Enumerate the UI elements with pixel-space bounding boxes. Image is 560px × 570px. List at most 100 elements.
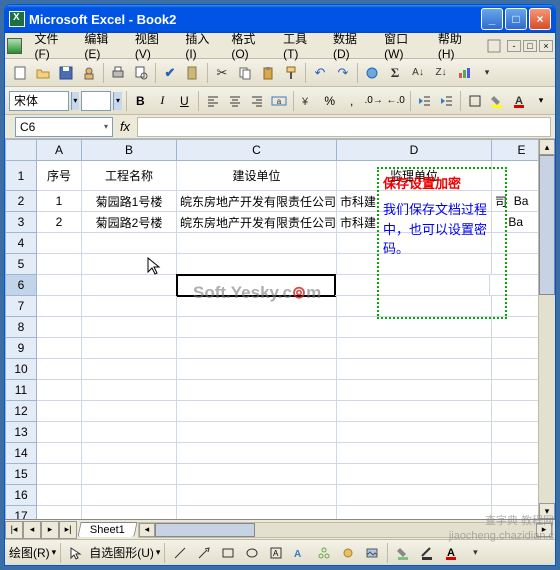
cell[interactable] bbox=[337, 422, 492, 443]
open-button[interactable] bbox=[32, 62, 54, 84]
sort-asc-button[interactable]: A↓ bbox=[407, 62, 429, 84]
cell[interactable] bbox=[177, 317, 337, 338]
underline-button[interactable]: U bbox=[174, 91, 194, 111]
cell[interactable] bbox=[37, 296, 82, 317]
cell[interactable] bbox=[337, 380, 492, 401]
mdi-close[interactable]: × bbox=[539, 40, 553, 52]
cell[interactable] bbox=[37, 338, 82, 359]
undo-button[interactable]: ↶ bbox=[309, 62, 331, 84]
autoshapes-menu[interactable]: 自选图形(U) bbox=[89, 544, 154, 561]
cell[interactable] bbox=[82, 485, 177, 506]
cell[interactable] bbox=[82, 233, 177, 254]
font-color-draw-button[interactable]: A bbox=[440, 542, 462, 564]
cell[interactable] bbox=[37, 485, 82, 506]
name-box[interactable]: C6 ▾ bbox=[15, 117, 113, 137]
tab-nav-next[interactable]: ▸ bbox=[41, 521, 59, 539]
menu-format[interactable]: 格式(O) bbox=[225, 27, 277, 64]
doc-icon[interactable] bbox=[7, 38, 22, 54]
comma-button[interactable]: , bbox=[342, 91, 362, 111]
cell[interactable]: 菊园路1号楼 bbox=[82, 191, 177, 212]
paste-button[interactable] bbox=[257, 62, 279, 84]
font-name-dropdown[interactable]: ▾ bbox=[71, 92, 79, 110]
row-header[interactable]: 9 bbox=[5, 338, 37, 359]
cell[interactable] bbox=[82, 359, 177, 380]
italic-button[interactable]: I bbox=[152, 91, 172, 111]
row-header[interactable]: 14 bbox=[5, 443, 37, 464]
select-all-corner[interactable] bbox=[5, 139, 37, 161]
spelling-button[interactable]: ✔ bbox=[159, 62, 181, 84]
copy-button[interactable] bbox=[234, 62, 256, 84]
cut-button[interactable]: ✂ bbox=[211, 62, 233, 84]
row-header[interactable]: 3 bbox=[5, 212, 37, 233]
increase-indent-button[interactable] bbox=[436, 91, 456, 111]
row-header[interactable]: 12 bbox=[5, 401, 37, 422]
cell[interactable]: 皖东房地产开发有限责任公司 bbox=[177, 191, 337, 212]
align-right-button[interactable] bbox=[247, 91, 267, 111]
menu-edit[interactable]: 编辑(E) bbox=[78, 27, 129, 64]
save-button[interactable] bbox=[55, 62, 77, 84]
name-box-dropdown[interactable]: ▾ bbox=[104, 122, 108, 131]
tab-nav-prev[interactable]: ◂ bbox=[23, 521, 41, 539]
cell[interactable] bbox=[82, 401, 177, 422]
decrease-decimal-button[interactable]: ←.0 bbox=[386, 91, 406, 111]
cell[interactable]: 2 bbox=[37, 212, 82, 233]
cell[interactable] bbox=[82, 275, 177, 296]
menu-file[interactable]: 文件(F) bbox=[28, 27, 78, 64]
cell[interactable] bbox=[177, 338, 337, 359]
cell[interactable] bbox=[37, 317, 82, 338]
hscroll-thumb[interactable] bbox=[155, 523, 255, 537]
cell[interactable] bbox=[37, 254, 82, 275]
wordart-button[interactable]: A bbox=[289, 542, 311, 564]
cell[interactable] bbox=[177, 485, 337, 506]
cell[interactable] bbox=[82, 338, 177, 359]
oval-button[interactable] bbox=[241, 542, 263, 564]
redo-button[interactable]: ↷ bbox=[332, 62, 354, 84]
cell[interactable] bbox=[37, 359, 82, 380]
cell[interactable] bbox=[337, 317, 492, 338]
menu-tools[interactable]: 工具(T) bbox=[277, 27, 327, 64]
rectangle-button[interactable] bbox=[217, 542, 239, 564]
maximize-button[interactable]: □ bbox=[505, 8, 527, 30]
col-header-d[interactable]: D bbox=[337, 139, 492, 161]
cell[interactable] bbox=[177, 233, 337, 254]
format-options-button[interactable]: ▾ bbox=[531, 91, 551, 111]
tab-nav-first[interactable]: |◂ bbox=[5, 521, 23, 539]
diagram-button[interactable] bbox=[313, 542, 335, 564]
arrow-button[interactable] bbox=[193, 542, 215, 564]
row-header[interactable]: 11 bbox=[5, 380, 37, 401]
col-header-b[interactable]: B bbox=[82, 139, 177, 161]
mdi-restore[interactable]: □ bbox=[523, 40, 537, 52]
cell[interactable] bbox=[82, 317, 177, 338]
selected-cell[interactable] bbox=[176, 274, 336, 297]
cell[interactable] bbox=[37, 422, 82, 443]
scroll-left-button[interactable]: ◂ bbox=[139, 523, 155, 537]
bold-button[interactable]: B bbox=[130, 91, 150, 111]
menu-insert[interactable]: 插入(I) bbox=[179, 27, 225, 64]
formula-input[interactable] bbox=[137, 117, 551, 137]
cell[interactable] bbox=[37, 275, 82, 296]
cell[interactable] bbox=[82, 422, 177, 443]
borders-button[interactable] bbox=[465, 91, 485, 111]
col-header-c[interactable]: C bbox=[177, 139, 337, 161]
cell[interactable] bbox=[177, 443, 337, 464]
cell[interactable] bbox=[177, 401, 337, 422]
cell[interactable]: 工程名称 bbox=[82, 161, 177, 191]
font-size-selector[interactable] bbox=[81, 91, 111, 111]
cell[interactable] bbox=[337, 359, 492, 380]
menu-view[interactable]: 视图(V) bbox=[129, 27, 180, 64]
fx-icon[interactable]: fx bbox=[113, 119, 137, 134]
chart-wizard-button[interactable] bbox=[453, 62, 475, 84]
align-left-button[interactable] bbox=[203, 91, 223, 111]
row-header[interactable]: 13 bbox=[5, 422, 37, 443]
row-header[interactable]: 10 bbox=[5, 359, 37, 380]
fill-color-button[interactable] bbox=[487, 91, 507, 111]
col-header-a[interactable]: A bbox=[37, 139, 82, 161]
font-size-dropdown[interactable]: ▾ bbox=[113, 92, 121, 110]
clipart-button[interactable] bbox=[337, 542, 359, 564]
row-header[interactable]: 8 bbox=[5, 317, 37, 338]
scroll-track[interactable] bbox=[539, 295, 555, 503]
draw-menu[interactable]: 绘图(R) bbox=[9, 544, 50, 561]
merge-center-button[interactable]: a bbox=[269, 91, 289, 111]
minimize-button[interactable]: _ bbox=[481, 8, 503, 30]
help-input-icon[interactable] bbox=[487, 39, 501, 53]
